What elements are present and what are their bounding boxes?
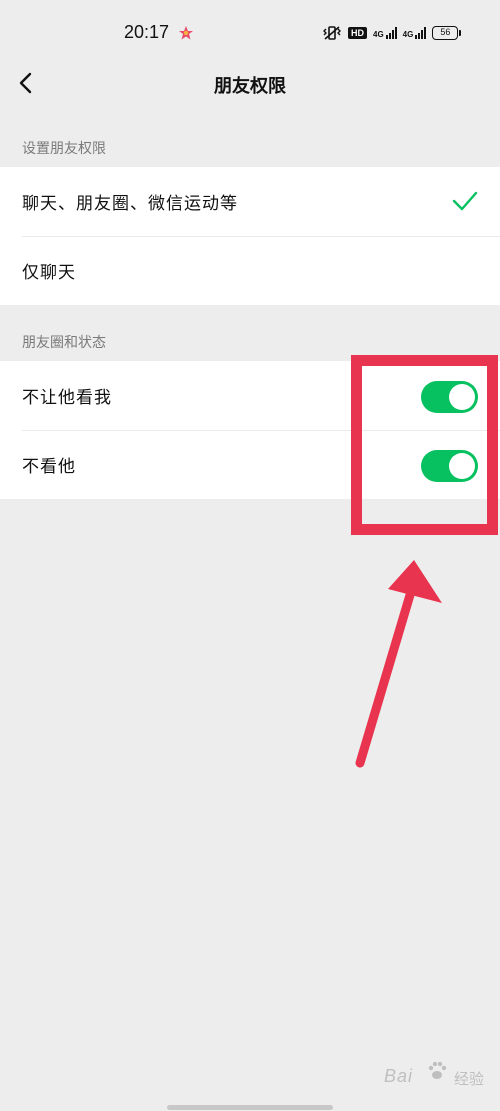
- signal-1: 4G: [373, 27, 397, 39]
- page-title: 朋友权限: [214, 76, 286, 97]
- network-type-2: 4G: [402, 30, 414, 39]
- watermark-text: Bai: [384, 1066, 414, 1086]
- section-header-permissions: 设置朋友权限: [22, 141, 106, 157]
- network-type-1: 4G: [373, 30, 384, 39]
- section-header-moments-status: 朋友圈和状态: [22, 335, 106, 351]
- option-chat-moments-werun[interactable]: 聊天、朋友圈、微信运动等: [0, 167, 500, 236]
- watermark-suffix: 经验: [454, 1070, 485, 1088]
- battery-icon: 56: [432, 26, 462, 40]
- paw-icon: [428, 1061, 447, 1079]
- signal-2: 4G: [403, 27, 427, 39]
- hd-badge: HD: [348, 27, 367, 39]
- status-bar: 20:17 HD 4G 4G 56: [0, 0, 500, 64]
- option-label: 聊天、朋友圈、微信运动等: [22, 194, 238, 214]
- annotation-highlight-box: [351, 355, 498, 535]
- friend-permissions-screen: 20:17 HD 4G 4G 56 朋友权限 设置朋友权限 聊天、朋友圈、微信运…: [0, 0, 500, 1111]
- status-time: 20:17: [124, 22, 170, 42]
- option-label: 仅聊天: [22, 263, 76, 283]
- annotation-arrow-icon: [355, 560, 442, 768]
- signal-bars-1-icon: [385, 27, 397, 39]
- app-notification-icon: [179, 26, 193, 40]
- checkmark-icon: [452, 191, 478, 211]
- vibrate-mute-icon: [323, 26, 341, 40]
- option-chat-only[interactable]: 仅聊天: [0, 236, 500, 305]
- setting-label: 不看他: [22, 457, 76, 477]
- baidu-watermark: Bai 经验: [384, 1060, 494, 1096]
- home-indicator[interactable]: [167, 1105, 333, 1110]
- permission-options-group: 聊天、朋友圈、微信运动等 仅聊天: [0, 167, 500, 305]
- status-icons: HD 4G 4G 56: [322, 24, 462, 42]
- setting-label: 不让他看我: [22, 388, 112, 408]
- signal-bars-2-icon: [415, 27, 427, 39]
- nav-bar: 朋友权限: [0, 64, 500, 104]
